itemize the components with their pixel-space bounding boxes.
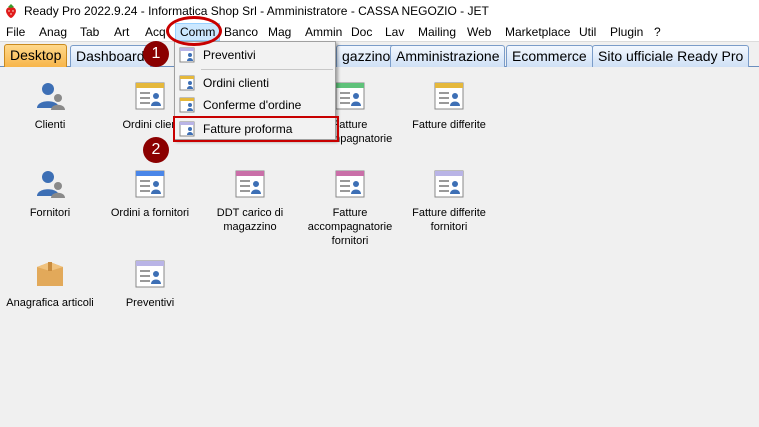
menu-util[interactable]: Util: [579, 25, 596, 39]
menu-item-label: Ordini clienti: [203, 76, 270, 90]
desktop-item-fatture-acc-fornitori[interactable]: Fatture accompagnatorie fornitori: [300, 168, 400, 248]
menu-mailing[interactable]: Mailing: [418, 25, 456, 39]
tab-bar: Desktop Dashboard gazzino Amministrazion…: [0, 43, 759, 67]
document-person-icon: [179, 75, 195, 91]
tab-desktop[interactable]: Desktop: [4, 44, 68, 67]
desktop-item-fornitori[interactable]: Fornitori: [0, 168, 100, 220]
document-person-icon: [135, 170, 165, 198]
title-bar: Ready Pro 2022.9.24 - Informatica Shop S…: [0, 0, 759, 22]
desktop-item-preventivi[interactable]: Preventivi: [100, 258, 200, 310]
menu-plugin[interactable]: Plugin: [610, 25, 643, 39]
desktop-label: Anagrafica articoli: [6, 297, 94, 309]
menu-doc[interactable]: Doc: [351, 25, 372, 39]
desktop-item-fatture-differite[interactable]: Fatture differite: [399, 80, 499, 132]
window-title: Ready Pro 2022.9.24 - Informatica Shop S…: [24, 4, 489, 18]
tab-dashboard[interactable]: Dashboard: [70, 45, 151, 67]
desktop-label: Fatture accompagnatorie fornitori: [307, 207, 393, 247]
document-person-icon: [179, 47, 195, 63]
document-person-icon: [335, 170, 365, 198]
step-callout-1: 1: [143, 41, 169, 67]
menu-bar: File Anag Tab Art Acq Comm Banco Mag Amm…: [0, 22, 759, 42]
desktop-label: Fatture differite: [412, 119, 486, 131]
menu-help[interactable]: ?: [654, 25, 661, 39]
menu-lav[interactable]: Lav: [385, 25, 404, 39]
desktop-label: Preventivi: [125, 297, 175, 309]
desktop-label: Clienti: [34, 119, 66, 131]
menu-separator: [201, 69, 333, 70]
tab-ecommerce[interactable]: Ecommerce: [506, 45, 593, 67]
document-person-icon: [135, 82, 165, 110]
menu-banco[interactable]: Banco: [224, 25, 258, 39]
desktop-item-fatture-diff-fornitori[interactable]: Fatture differite fornitori: [399, 168, 499, 234]
document-person-icon: [235, 170, 265, 198]
desktop-label: Fornitori: [29, 207, 71, 219]
strawberry-icon: [6, 4, 16, 18]
document-person-icon: [179, 97, 195, 113]
highlight-box-fatture-proforma: [173, 116, 339, 142]
desktop-label: DDT carico di magazzino: [216, 207, 284, 233]
desktop-label: Fatture differite fornitori: [412, 207, 486, 233]
document-person-icon: [135, 260, 165, 288]
step-callout-2: 2: [143, 137, 169, 163]
document-person-icon: [434, 170, 464, 198]
menu-ammin[interactable]: Ammin: [305, 25, 342, 39]
menu-web[interactable]: Web: [467, 25, 491, 39]
desktop-item-ddt-carico[interactable]: DDT carico di magazzino: [200, 168, 300, 234]
tab-amministrazione[interactable]: Amministrazione: [390, 45, 506, 67]
document-person-icon: [434, 82, 464, 110]
menu-acq[interactable]: Acq: [145, 25, 166, 39]
menu-marketplace[interactable]: Marketplace: [505, 25, 570, 39]
menu-tab[interactable]: Tab: [80, 25, 99, 39]
desktop-item-ordini-fornitori[interactable]: Ordini a fornitori: [100, 168, 200, 220]
desktop-item-anagrafica-articoli[interactable]: Anagrafica articoli: [0, 258, 100, 310]
menu-item-label: Preventivi: [203, 48, 256, 62]
box-icon: [37, 262, 63, 286]
menu-mag[interactable]: Mag: [268, 25, 291, 39]
menu-item-ordini-clienti[interactable]: Ordini clienti: [175, 73, 335, 93]
person-icon: [37, 171, 65, 198]
desktop-label: Ordini a fornitori: [110, 207, 190, 219]
person-icon: [37, 83, 65, 110]
menu-anag[interactable]: Anag: [39, 25, 67, 39]
tab-magazzino[interactable]: gazzino: [336, 45, 397, 67]
desktop-item-clienti[interactable]: Clienti: [0, 80, 100, 132]
menu-art[interactable]: Art: [114, 25, 129, 39]
tab-sito-ufficiale[interactable]: Sito ufficiale Ready Pro: [592, 45, 750, 67]
document-person-icon: [335, 82, 365, 110]
menu-item-label: Conferme d'ordine: [203, 98, 302, 112]
menu-file[interactable]: File: [6, 25, 25, 39]
menu-item-preventivi[interactable]: Preventivi: [175, 45, 335, 65]
highlight-ellipse-comm: [166, 16, 222, 46]
desktop-area: Clienti Ordini clien Fatture accompagnat…: [0, 68, 759, 427]
menu-item-conferme-ordine[interactable]: Conferme d'ordine: [175, 95, 335, 115]
